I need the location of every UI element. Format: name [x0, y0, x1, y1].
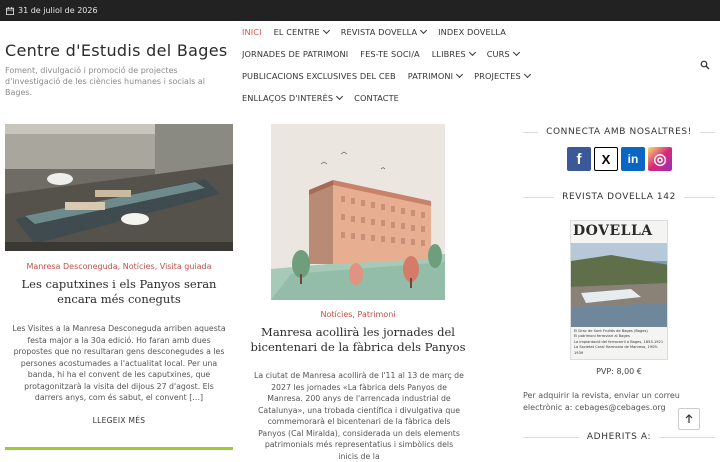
widget-title-divider	[659, 437, 715, 438]
chevron-down-icon	[468, 48, 476, 57]
social-icons: f X in ◎	[567, 147, 672, 171]
post-thumbnail-caputxines[interactable]	[5, 124, 233, 251]
linkedin-icon[interactable]: in	[621, 147, 645, 171]
main-navigation: INICI EL CENTRE REVISTA DOVELLA INDEX DO…	[236, 21, 706, 109]
nav-label: INICI	[242, 27, 262, 37]
nav-item-patrimoni[interactable]: PATRIMONI	[402, 70, 468, 81]
site-title[interactable]: Centre d'Estudis del Bages	[5, 41, 227, 60]
nav-label: ENLLAÇOS D'INTERÈS	[242, 93, 334, 103]
river-photo	[571, 243, 667, 327]
nav-label: CONTACTE	[354, 93, 399, 103]
nav-item-curs[interactable]: CURS	[481, 48, 525, 59]
chevron-down-icon	[523, 70, 531, 79]
arrow-up-icon	[685, 414, 693, 423]
widget-title-revista: REVISTA DOVELLA 142	[523, 192, 715, 202]
nav-label: CURS	[486, 49, 510, 59]
widget-title-divider	[523, 437, 579, 438]
x-twitter-icon[interactable]: X	[594, 147, 618, 171]
nav-item-llibres[interactable]: LLIBRES	[426, 48, 481, 59]
magazine-cover[interactable]: DOVELLA El Drac de Sant Fruitós de Bages…	[570, 220, 668, 360]
factory-illustration	[271, 124, 445, 300]
widget-title-text: ADHERITS A:	[586, 432, 652, 442]
nav-label: JORNADES DE PATRIMONI	[242, 49, 349, 59]
nav-item-enllacos[interactable]: ENLLAÇOS D'INTERÈS	[236, 92, 348, 103]
laundry-photo	[5, 124, 233, 251]
nav-label: EL CENTRE	[273, 27, 320, 37]
post-title[interactable]: Manresa acollirà les jornades del bicent…	[248, 325, 468, 355]
post-categories[interactable]: Notícies, Patrimoni	[271, 310, 445, 319]
site-description: Foment, divulgació i promoció de project…	[5, 66, 206, 97]
nav-row: JORNADES DE PATRIMONI FES-TE SOCI/A LLIB…	[236, 43, 706, 65]
widget-title-divider	[699, 132, 715, 133]
post-thumbnail-panyos[interactable]	[271, 124, 445, 300]
widget-title-divider	[683, 197, 715, 198]
widget-title-adherits: ADHERITS A:	[523, 432, 715, 442]
post-excerpt: Les Visites a la Manresa Desconeguda arr…	[12, 324, 226, 402]
post-categories[interactable]: Manresa Desconeguda, Notícies, Visita gu…	[5, 262, 233, 271]
nav-item-inici[interactable]: INICI	[236, 27, 268, 37]
magazine-masthead: DOVELLA	[573, 223, 653, 239]
widget-title-divider	[523, 197, 555, 198]
chevron-down-icon	[456, 70, 464, 79]
calendar-icon	[6, 6, 14, 15]
chevron-down-icon	[336, 92, 344, 101]
nav-item-publicacions[interactable]: PUBLICACIONS EXCLUSIVES DEL CEB	[236, 71, 402, 81]
top-bar: 31 de juliol de 2026	[0, 0, 720, 21]
facebook-icon[interactable]: f	[567, 147, 591, 171]
chevron-down-icon	[420, 26, 428, 35]
chevron-down-icon	[512, 48, 520, 57]
nav-item-index-dovella[interactable]: INDEX DOVELLA	[432, 27, 512, 37]
nav-item-el-centre[interactable]: EL CENTRE	[268, 26, 335, 37]
nav-row: ENLLAÇOS D'INTERÈS CONTACTE	[236, 87, 706, 109]
widget-title-divider	[523, 132, 539, 133]
search-icon[interactable]	[700, 60, 710, 70]
nav-item-projectes[interactable]: PROJECTES	[468, 70, 536, 81]
widget-title-text: CONNECTA AMB NOSALTRES!	[546, 127, 692, 137]
widget-title-connect: CONNECTA AMB NOSALTRES!	[523, 127, 715, 137]
nav-label: INDEX DOVELLA	[438, 27, 506, 37]
nav-item-fes-te-soci[interactable]: FES-TE SOCI/A	[354, 49, 426, 59]
nav-label: PROJECTES	[474, 71, 521, 81]
nav-item-revista-dovella[interactable]: REVISTA DOVELLA	[335, 26, 432, 37]
post-excerpt: La ciutat de Manresa acollirà de l'11 al…	[254, 371, 464, 461]
scroll-to-top-button[interactable]	[678, 408, 700, 430]
current-date: 31 de juliol de 2026	[18, 6, 98, 15]
instagram-glyph: ◎	[653, 151, 667, 168]
post-title[interactable]: Les caputxines i els Panyos seran encara…	[5, 277, 233, 307]
nav-item-jornades[interactable]: JORNADES DE PATRIMONI	[236, 49, 354, 59]
instagram-icon[interactable]: ◎	[648, 147, 672, 171]
magazine-contents: El Drac de Sant Fruitós de Bages (Bages)…	[574, 329, 666, 356]
nav-item-contacte[interactable]: CONTACTE	[348, 93, 405, 103]
x-glyph: X	[601, 151, 611, 167]
nav-row: INICI EL CENTRE REVISTA DOVELLA INDEX DO…	[236, 21, 706, 43]
read-more-link[interactable]: LLEGEIX MÉS	[5, 416, 233, 425]
nav-label: FES-TE SOCI/A	[360, 49, 420, 59]
chevron-down-icon	[322, 26, 330, 35]
magazine-line: La Societat Coral Harmonia de Manresa, 1…	[574, 345, 658, 355]
nav-label: PATRIMONI	[407, 71, 454, 81]
nav-label: REVISTA DOVELLA	[340, 27, 418, 37]
linkedin-glyph: in	[627, 152, 639, 166]
nav-label: PUBLICACIONS EXCLUSIVES DEL CEB	[242, 71, 396, 81]
nav-label: LLIBRES	[431, 49, 466, 59]
widget-title-text: REVISTA DOVELLA 142	[562, 192, 676, 202]
facebook-glyph: f	[576, 150, 582, 168]
magazine-price: PVP: 8,00 €	[596, 367, 642, 376]
nav-row: PUBLICACIONS EXCLUSIVES DEL CEB PATRIMON…	[236, 65, 706, 87]
